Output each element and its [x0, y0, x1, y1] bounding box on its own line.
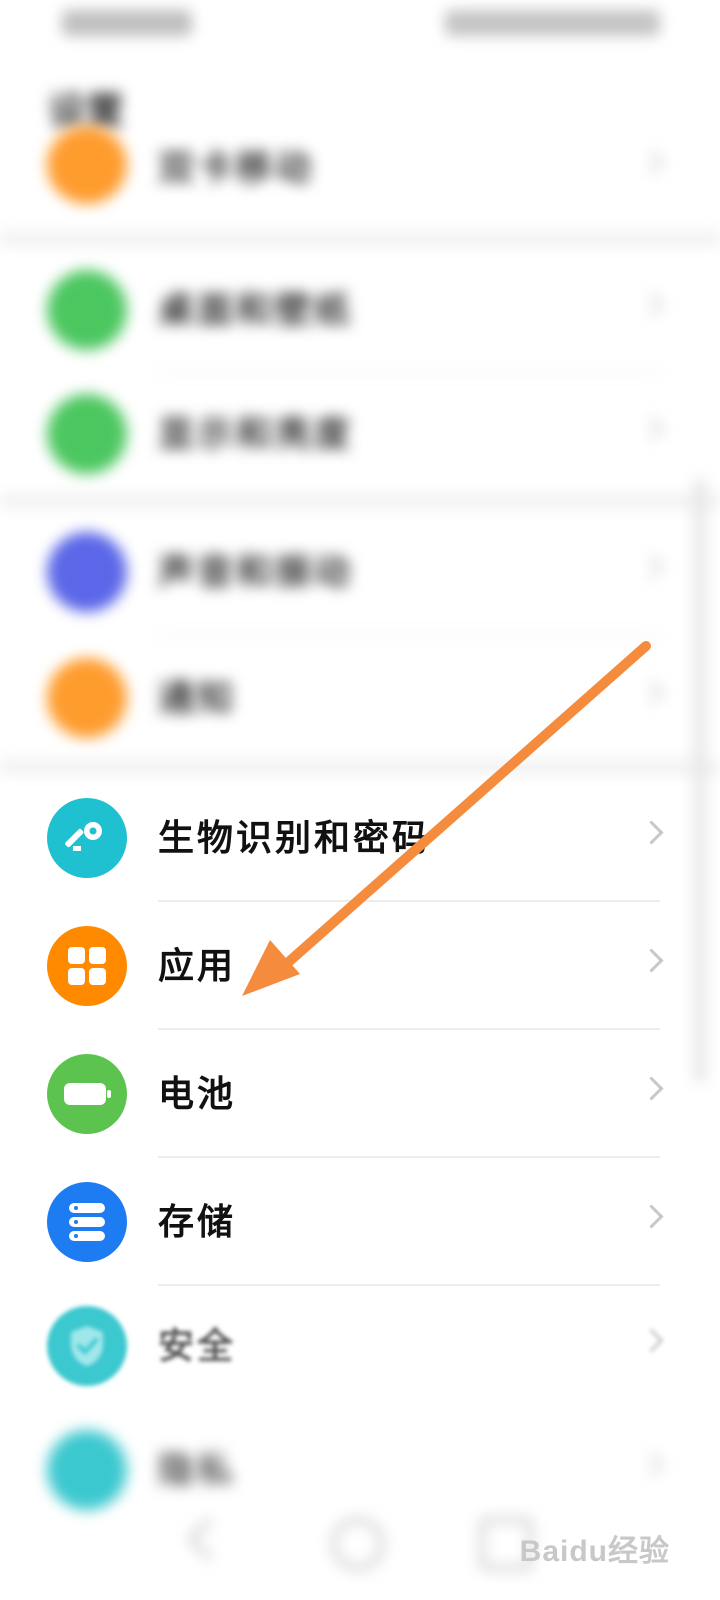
- chevron-right-icon: [639, 554, 664, 579]
- battery-icon: [47, 1054, 127, 1134]
- settings-item-label: 桌面和壁纸: [158, 289, 354, 331]
- home-button[interactable]: [332, 1518, 384, 1570]
- chevron-right-icon: [639, 150, 664, 175]
- sound-icon: [47, 532, 127, 612]
- settings-item-label: 应用: [158, 945, 237, 987]
- storage-icon: [47, 1182, 127, 1262]
- chevron-right-icon: [639, 680, 664, 705]
- settings-item-display[interactable]: 显示和亮度: [0, 370, 720, 498]
- settings-item-biometrics[interactable]: 生物识别和密码: [0, 774, 720, 902]
- watermark: Baidu经验: [519, 1535, 670, 1568]
- settings-item-apps[interactable]: 应用: [0, 902, 720, 1030]
- display-icon: [47, 394, 127, 474]
- settings-item-notification[interactable]: 通知: [0, 634, 720, 762]
- status-indicators: [445, 10, 660, 36]
- settings-item-sound[interactable]: 声音和振动: [0, 508, 720, 636]
- settings-item-battery[interactable]: 电池: [0, 1030, 720, 1158]
- settings-item-label: 电池: [158, 1073, 237, 1115]
- group-separator: [0, 494, 720, 508]
- chevron-right-icon: [639, 948, 664, 973]
- chevron-right-icon: [639, 416, 664, 441]
- settings-item-label: 生物识别和密码: [158, 817, 432, 859]
- settings-item-label: 显示和亮度: [158, 413, 354, 455]
- chevron-right-icon: [639, 1204, 664, 1229]
- settings-item-label: 存储: [158, 1201, 237, 1243]
- chevron-right-icon: [639, 1452, 664, 1477]
- chevron-right-icon: [639, 1328, 664, 1353]
- wallpaper-icon: [47, 270, 127, 350]
- status-carrier: [62, 10, 192, 36]
- chevron-right-icon: [639, 820, 664, 845]
- settings-item-wallpaper[interactable]: 桌面和壁纸: [0, 246, 720, 374]
- group-separator: [0, 760, 720, 774]
- settings-item-label: 通知: [158, 677, 237, 719]
- key-icon: [47, 798, 127, 878]
- shield-icon: [47, 1306, 127, 1386]
- orange-icon: [47, 126, 127, 204]
- status-bar: [0, 0, 720, 50]
- settings-item-label: 声音和振动: [158, 551, 354, 593]
- settings-item-label: 安全: [158, 1325, 237, 1367]
- group-separator: [0, 232, 720, 246]
- settings-item-security[interactable]: 安全: [0, 1282, 720, 1410]
- back-button[interactable]: [186, 1518, 230, 1562]
- settings-item-dual-sim[interactable]: 双卡移动: [0, 104, 720, 232]
- chevron-right-icon: [639, 292, 664, 317]
- settings-item-storage[interactable]: 存储: [0, 1158, 720, 1286]
- chevron-right-icon: [639, 1076, 664, 1101]
- privacy-icon: [47, 1430, 127, 1510]
- settings-item-label: 双卡移动: [158, 147, 315, 189]
- apps-grid-icon: [47, 926, 127, 1006]
- notification-icon: [47, 658, 127, 738]
- scrollbar[interactable]: [694, 478, 706, 1083]
